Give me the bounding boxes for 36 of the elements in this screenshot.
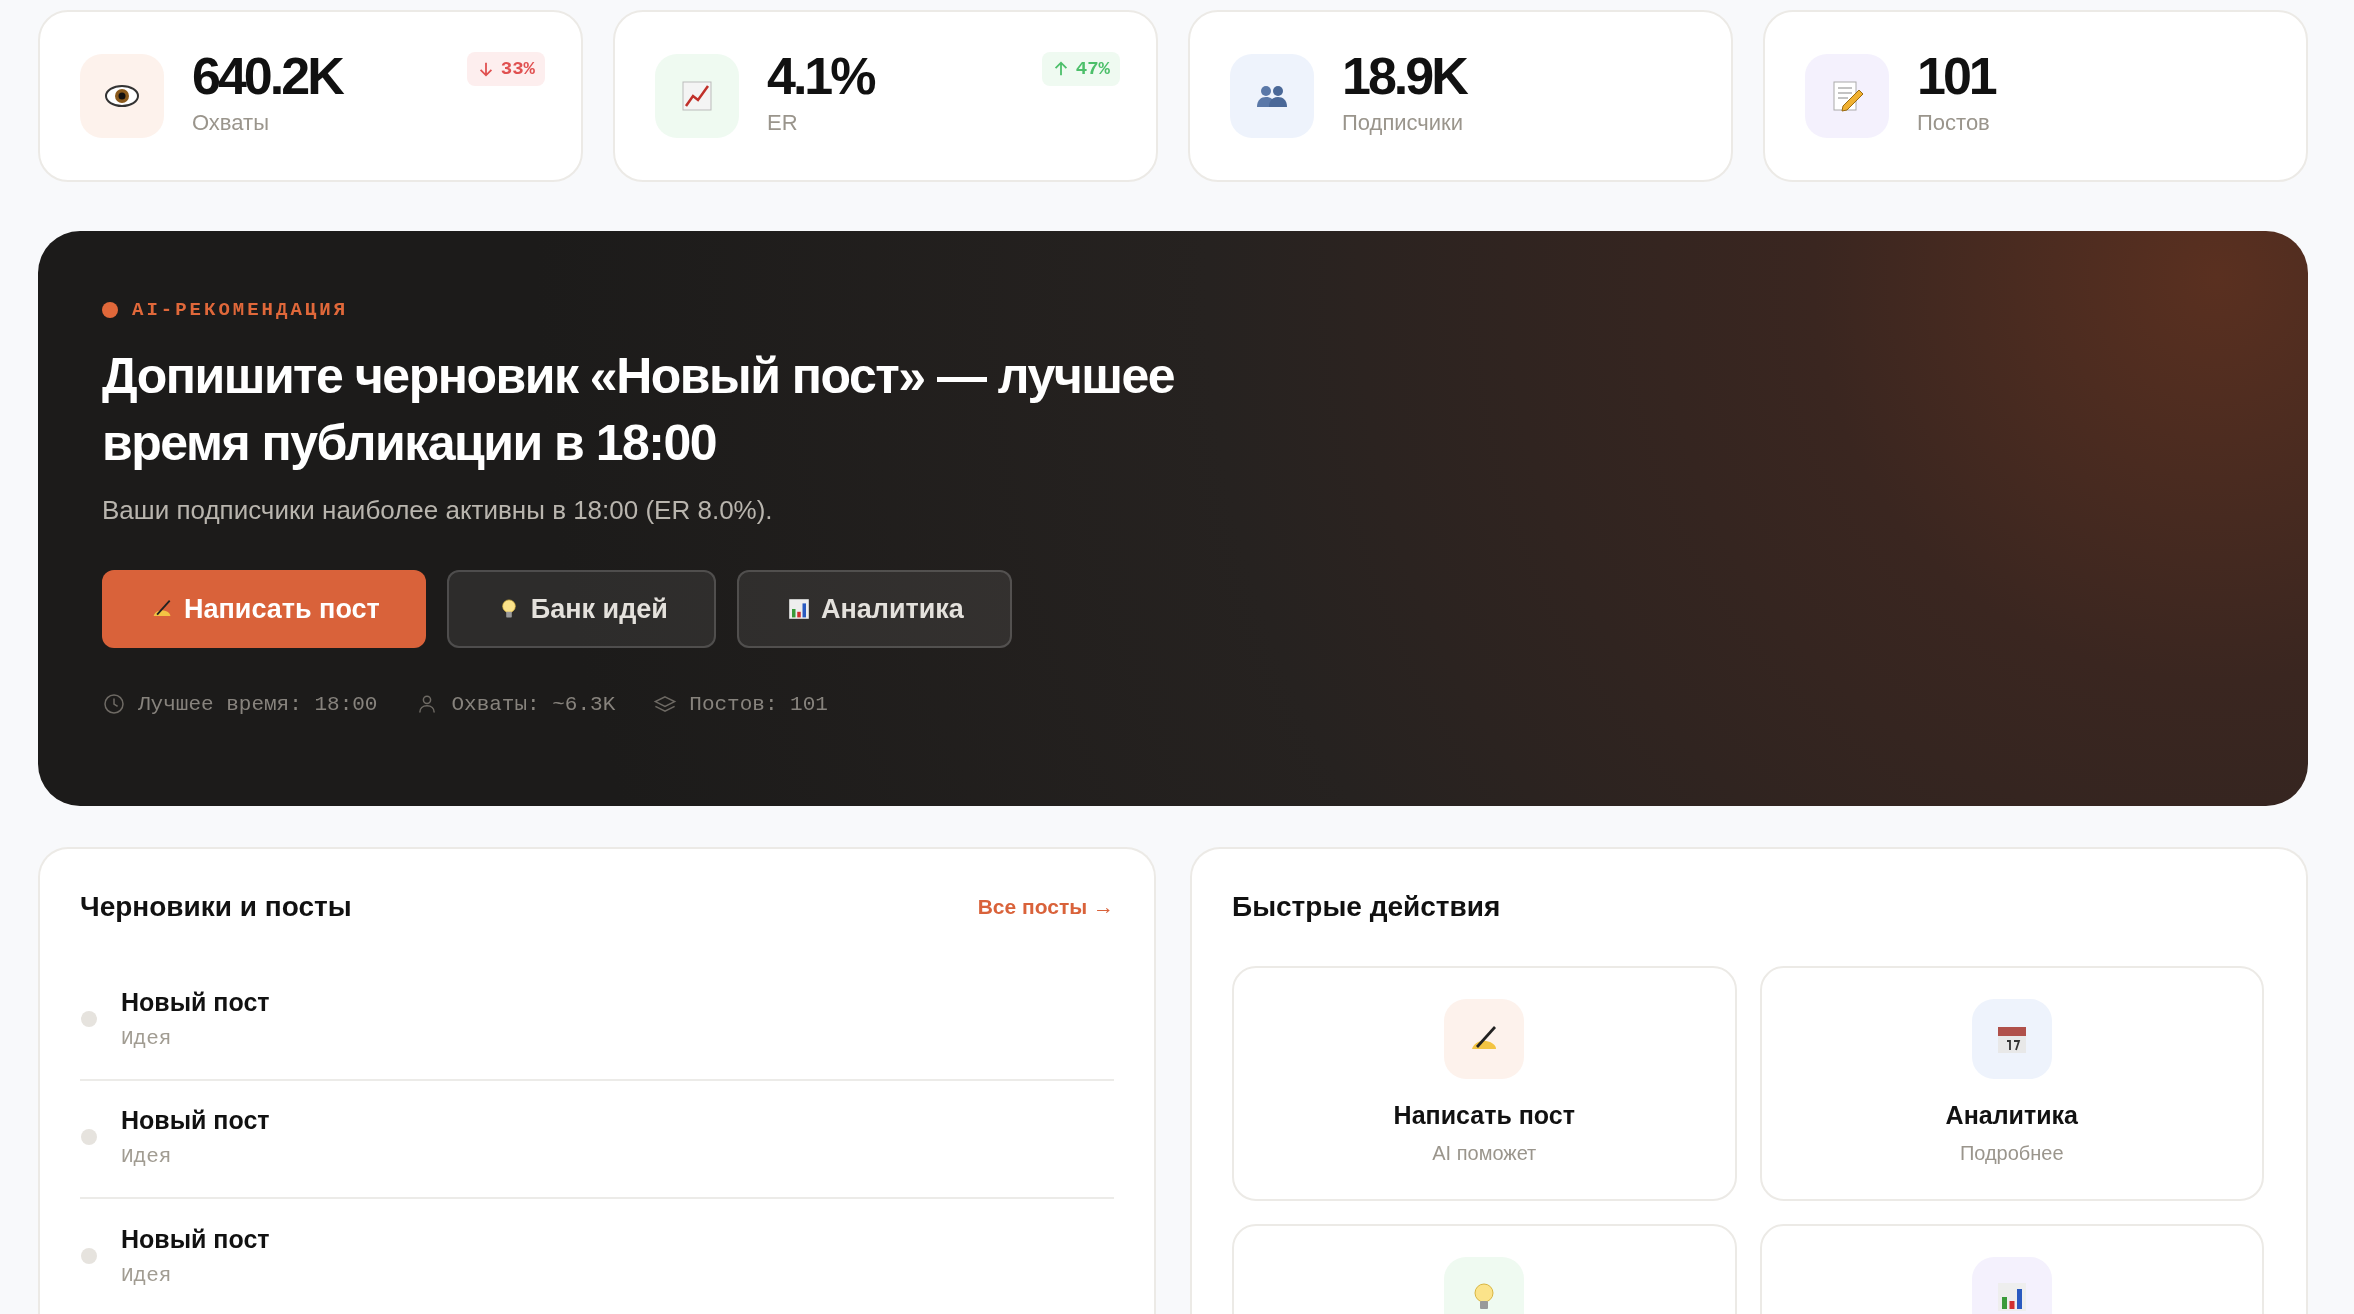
stat-value: 101	[1917, 48, 1995, 106]
meta-text: Охваты: ~6.3K	[451, 692, 616, 716]
trend-value: 47%	[1075, 58, 1110, 80]
panel-title: Черновики и посты	[80, 891, 352, 923]
quick-action-card[interactable]: Аналитика Подробнее	[1759, 966, 2264, 1201]
stat-label: ER	[767, 109, 799, 136]
banner-title: Допишите черновик «Новый пост» — лучшее время публикации в 18:00	[102, 347, 1176, 473]
meta-text: Лучшее время: 18:00	[138, 692, 378, 716]
post-title[interactable]: Новый пост	[121, 1225, 270, 1254]
action-subtitle: AI поможет	[1432, 1142, 1537, 1165]
stat-value: 4.1%	[767, 48, 874, 106]
action-subtitle: Подробнее	[1959, 1142, 2064, 1165]
action-button[interactable]: Написать пост	[102, 570, 426, 648]
action-button[interactable]: Банк идей	[446, 570, 716, 648]
clock-icon	[102, 692, 126, 716]
meta-text: Постов: 101	[689, 692, 828, 716]
stat-value: 18.9K	[1342, 48, 1466, 106]
stat-value: 640.2K	[192, 48, 342, 106]
post-status: Идея	[121, 1027, 173, 1050]
stat-label: Охваты	[192, 109, 270, 136]
status-dot-icon	[102, 302, 118, 318]
banner-tag: AI-РЕКОМЕНДАЦИЯ	[132, 299, 349, 321]
action-button[interactable]: Аналитика	[736, 570, 1012, 648]
panel-title: Быстрые действия	[1232, 891, 1502, 923]
action-title: Написать пост	[1393, 1101, 1575, 1130]
stat-label: Подписчики	[1342, 109, 1465, 136]
all-posts-link[interactable]: Все посты →	[977, 895, 1114, 919]
quick-action-card[interactable]: Написать пост AI поможет	[1232, 966, 1737, 1201]
post-status: Идея	[121, 1264, 173, 1287]
stat-label: Постов	[1917, 109, 1991, 136]
banner-subtitle: Ваши подписчики наиболее активны в 18:00 (ER 8.0%).	[102, 495, 774, 526]
post-title[interactable]: Новый пост	[121, 1106, 270, 1135]
action-title: Аналитика	[1945, 1101, 2078, 1130]
post-status: Идея	[121, 1145, 173, 1168]
trend-value: 33%	[500, 58, 535, 80]
post-title[interactable]: Новый пост	[121, 988, 270, 1017]
